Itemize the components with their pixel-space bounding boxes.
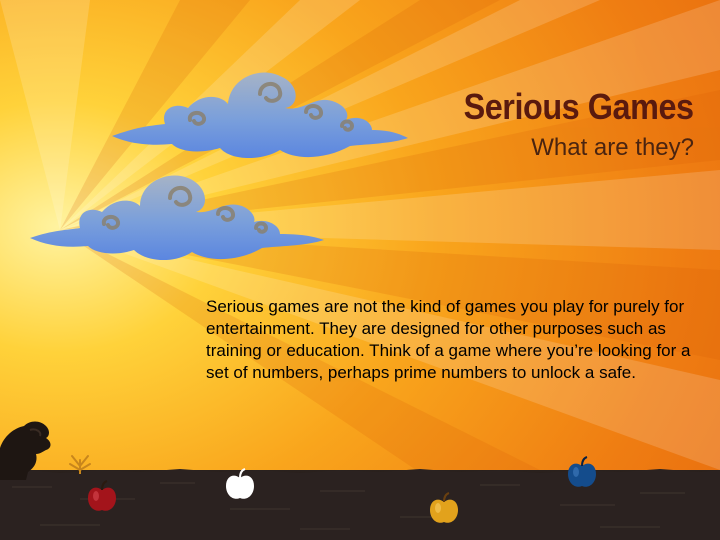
- plant-sprout-icon: [69, 455, 91, 474]
- apple-icon: [430, 492, 458, 523]
- apple-icon: [226, 468, 254, 499]
- cloud-icon: [112, 72, 408, 159]
- character-silhouette-icon: [0, 421, 51, 480]
- apple-icon: [88, 480, 116, 511]
- slide: Serious Games What are they? Serious gam…: [0, 0, 720, 540]
- slide-body-text: Serious games are not the kind of games …: [206, 297, 691, 382]
- cloud-icon: [30, 175, 324, 261]
- slide-subtitle: What are they?: [531, 134, 694, 161]
- slide-title: Serious Games: [463, 86, 695, 127]
- apple-icon: [568, 456, 596, 487]
